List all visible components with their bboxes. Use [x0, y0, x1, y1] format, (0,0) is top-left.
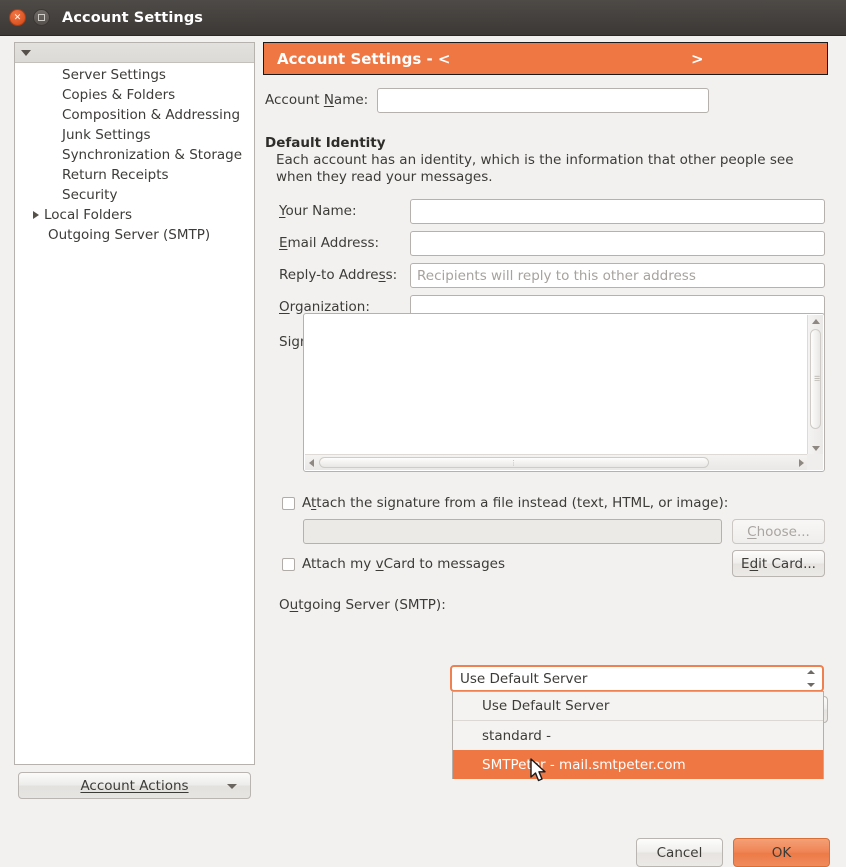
smtp-option[interactable]: SMTPeter - mail.smtpeter.com [453, 750, 823, 779]
banner-right-text: > [691, 50, 704, 68]
settings-pane: Account Settings - < > Account Name: Def… [263, 42, 832, 765]
vertical-scroll-thumb[interactable]: ☰ [810, 329, 821, 429]
email-address-label: Email Address: [279, 235, 379, 251]
email-address-row: Email Address: [279, 235, 379, 251]
banner-left-text: Account Settings - < [277, 50, 451, 68]
sidebar-item-outgoing-server-smtp[interactable]: Outgoing Server (SMTP) [15, 225, 254, 245]
account-actions-label: Account Actions [80, 778, 188, 794]
chevron-down-icon [227, 784, 237, 789]
your-name-row: Your Name: [279, 203, 357, 219]
reply-to-row: Reply-to Address: [279, 267, 397, 283]
sidebar-item-return-receipts[interactable]: Return Receipts [15, 165, 254, 185]
signature-horizontal-scrollbar[interactable]: ⋮ [305, 454, 808, 470]
default-identity-description: Each account has an identity, which is t… [276, 152, 833, 186]
maximize-icon[interactable] [33, 9, 50, 26]
signature-file-path-input[interactable] [303, 519, 722, 544]
sidebar-item-label: Local Folders [44, 205, 132, 225]
sidebar-item-junk-settings[interactable]: Junk Settings [15, 125, 254, 145]
smtp-selected-value: Use Default Server [460, 671, 587, 687]
smtp-option[interactable]: standard - [453, 721, 823, 750]
smtp-server-combobox[interactable]: Use Default Server [450, 665, 824, 692]
window-body: Server SettingsCopies & FoldersCompositi… [0, 36, 846, 848]
spinner-arrows-icon[interactable] [804, 670, 818, 687]
sidebar-item-label: Outgoing Server (SMTP) [48, 225, 210, 245]
sidebar-item-label: Synchronization & Storage [62, 145, 242, 165]
close-icon[interactable]: ✕ [9, 9, 26, 26]
chevron-right-icon[interactable] [33, 211, 39, 219]
account-settings-banner: Account Settings - < > [263, 42, 828, 75]
account-name-row: Account Name: [265, 92, 368, 108]
scroll-left-icon[interactable] [309, 459, 314, 467]
choose-file-button[interactable]: Choose... [732, 519, 825, 544]
attach-signature-file-label: Attach the signature from a file instead… [302, 495, 728, 511]
window-title: Account Settings [62, 10, 203, 26]
scrollbar-corner [807, 454, 823, 470]
your-name-input[interactable] [410, 199, 825, 224]
sidebar-item-server-settings[interactable]: Server Settings [15, 65, 254, 85]
signature-editor[interactable]: ☰ ⋮ [303, 313, 825, 472]
cancel-label: Cancel [657, 845, 703, 861]
email-address-input[interactable] [410, 231, 825, 256]
scroll-down-icon[interactable] [812, 446, 820, 451]
ok-label: OK [772, 845, 791, 861]
chevron-down-icon[interactable] [21, 50, 31, 56]
sidebar-item-label: Copies & Folders [62, 85, 175, 105]
account-name-label: Account Name: [265, 92, 368, 108]
horizontal-scroll-thumb[interactable]: ⋮ [319, 457, 709, 468]
cancel-button[interactable]: Cancel [636, 838, 723, 867]
sidebar-item-label: Return Receipts [62, 165, 169, 185]
sidebar-item-label: Server Settings [62, 65, 166, 85]
reply-to-input[interactable] [410, 263, 825, 288]
attach-vcard-label: Attach my vCard to messages [302, 556, 505, 572]
sidebar-item-label: Composition & Addressing [62, 105, 240, 125]
sidebar-item-label: Junk Settings [62, 125, 151, 145]
attach-vcard-row[interactable]: Attach my vCard to messages [282, 556, 505, 572]
sidebar-item-synchronization-storage[interactable]: Synchronization & Storage [15, 145, 254, 165]
account-actions-button[interactable]: Account Actions [18, 772, 251, 799]
smtp-option-label: SMTPeter - mail.smtpeter.com [482, 757, 686, 773]
tree-item-list: Server SettingsCopies & FoldersCompositi… [15, 63, 254, 245]
ok-button[interactable]: OK [733, 838, 830, 867]
choose-file-label: Choose... [747, 524, 810, 540]
scroll-right-icon[interactable] [799, 459, 804, 467]
sidebar-item-copies-folders[interactable]: Copies & Folders [15, 85, 254, 105]
sidebar-item-label: Security [62, 185, 117, 205]
sidebar-item-local-folders[interactable]: Local Folders [15, 205, 254, 225]
your-name-label: Your Name: [279, 203, 357, 219]
smtp-dropdown-list[interactable]: Use Default Server standard - SMTPeter - m… [452, 691, 824, 779]
default-identity-heading: Default Identity [265, 135, 386, 151]
edit-card-button[interactable]: Edit Card... [732, 550, 825, 577]
smtp-option-label: standard - [482, 728, 551, 744]
attach-vcard-checkbox[interactable] [282, 558, 295, 571]
smtp-option-label: Use Default Server [482, 698, 609, 714]
attach-signature-file-checkbox[interactable] [282, 497, 295, 510]
smtp-label: Outgoing Server (SMTP): [279, 597, 446, 613]
scroll-up-icon[interactable] [812, 319, 820, 324]
reply-to-label: Reply-to Address: [279, 267, 397, 283]
sidebar-item-composition-addressing[interactable]: Composition & Addressing [15, 105, 254, 125]
signature-vertical-scrollbar[interactable]: ☰ [807, 315, 823, 455]
sidebar-item-security[interactable]: Security [15, 185, 254, 205]
signature-editor-canvas[interactable] [305, 315, 808, 455]
smtp-label-row: Outgoing Server (SMTP): [279, 597, 446, 613]
title-bar: ✕ Account Settings [0, 0, 846, 36]
attach-signature-file-row[interactable]: Attach the signature from a file instead… [282, 495, 728, 511]
tree-column-header[interactable] [15, 43, 254, 63]
smtp-option[interactable]: Use Default Server [453, 692, 823, 721]
accounts-tree[interactable]: Server SettingsCopies & FoldersCompositi… [14, 42, 255, 765]
account-name-input[interactable] [377, 88, 709, 113]
edit-card-label: Edit Card... [741, 556, 816, 572]
